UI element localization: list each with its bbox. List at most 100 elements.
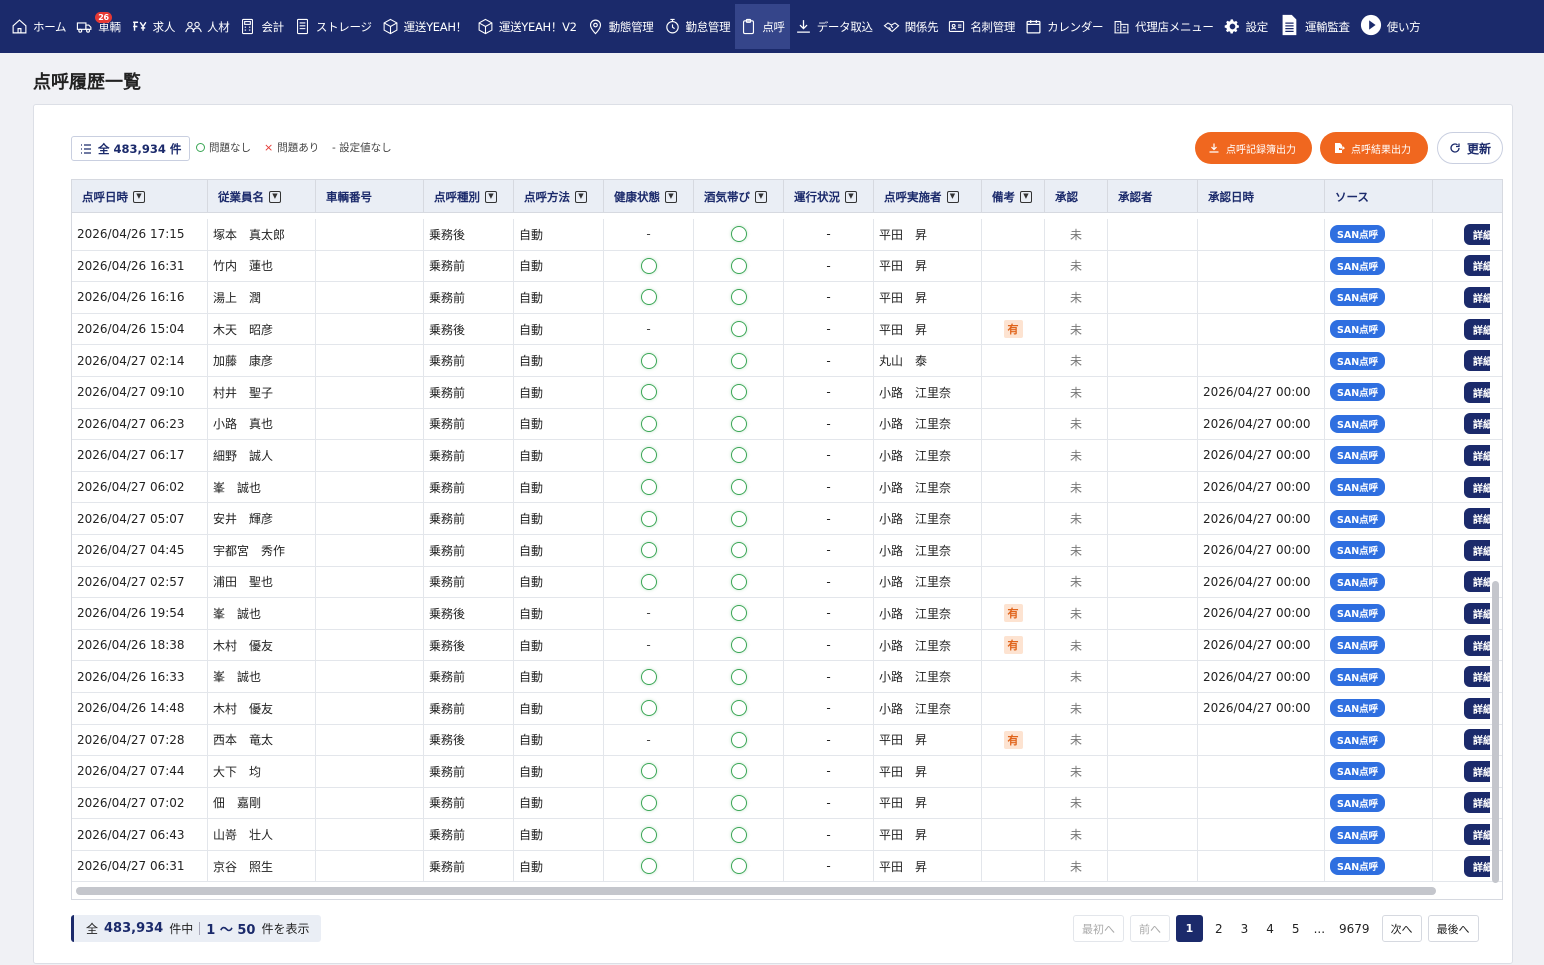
table-row[interactable]: 2026/04/26 19:54 峯 誠也 乗務後 自動 - - 小路 江里奈 有 未 2026/…: [72, 598, 1502, 630]
nav-operations[interactable]: 動態管理: [582, 4, 659, 49]
table-row[interactable]: 2026/04/27 05:07 安井 輝彦 乗務前 自動 - 小路 江里奈 未 2026/0…: [72, 503, 1502, 535]
nav-agency-menu[interactable]: 代理店メニュー: [1108, 4, 1218, 49]
cell-text: 自動: [519, 290, 544, 305]
column-filter-icon[interactable]: ▼: [755, 190, 767, 203]
nav-yeah-v2[interactable]: 運送YEAH！V2: [472, 4, 582, 49]
detail-button[interactable]: 詳細: [1464, 824, 1493, 846]
detail-button[interactable]: 詳細: [1464, 602, 1493, 624]
jobs-icon: [132, 21, 147, 31]
nav-jobs[interactable]: 求人: [126, 4, 180, 49]
table-row[interactable]: 2026/04/27 06:02 峯 誠也 乗務前 自動 - 小路 江里奈 未 2026/04…: [72, 471, 1502, 504]
detail-button[interactable]: 詳細: [1464, 760, 1493, 782]
nav-storage[interactable]: ストレージ: [289, 4, 377, 49]
page-first-button[interactable]: 最初へ: [1073, 915, 1124, 942]
column-filter-icon[interactable]: ▼: [575, 190, 587, 203]
nav-data-import[interactable]: データ取込: [790, 4, 878, 49]
table-row[interactable]: 2026/04/27 02:57 浦田 聖也 乗務前 自動 - 小路 江里奈 未 2026/0…: [72, 566, 1502, 599]
note-badge[interactable]: 有: [1003, 730, 1023, 749]
page-1-button[interactable]: 1: [1176, 915, 1203, 942]
column-filter-icon[interactable]: ▼: [269, 190, 281, 203]
page-4-button[interactable]: 4: [1260, 915, 1280, 942]
column-filter-icon[interactable]: ▼: [485, 190, 497, 203]
detail-button[interactable]: 詳細: [1464, 508, 1493, 530]
page-3-button[interactable]: 3: [1235, 915, 1255, 942]
note-badge[interactable]: 有: [1003, 604, 1023, 623]
export-result-button[interactable]: 点呼結果出力: [1320, 132, 1428, 164]
detail-button[interactable]: 詳細: [1464, 634, 1493, 656]
page-last-button[interactable]: 最後へ: [1427, 915, 1479, 942]
detail-button[interactable]: 詳細: [1464, 666, 1493, 688]
table-row[interactable]: 2026/04/26 16:33 峯 誠也 乗務前 自動 - 小路 江里奈 未 2026/04…: [72, 661, 1502, 693]
nav-accounting[interactable]: 会計: [234, 4, 288, 49]
page-next-button[interactable]: 次へ: [1381, 915, 1422, 942]
table-row[interactable]: 2026/04/27 07:44 大下 均 乗務前 自動 - 平田 昇 未 SAN点呼 詳細: [72, 756, 1502, 788]
table-row[interactable]: 2026/04/27 04:45 宇都宮 秀作 乗務前 自動 - 小路 江里奈 未 2026/…: [72, 534, 1502, 567]
nav-vehicles[interactable]: 車輌 26: [71, 4, 125, 49]
nav-partners[interactable]: 関係先: [878, 4, 944, 49]
cell-text: 湯上 潤: [213, 290, 262, 305]
vertical-scroll-thumb[interactable]: [1492, 581, 1499, 883]
detail-button[interactable]: 詳細: [1464, 413, 1493, 435]
table-row[interactable]: 2026/04/26 14:48 木村 優友 乗務前 自動 - 小路 江里奈 未 2026/0…: [72, 692, 1502, 725]
detail-button[interactable]: 詳細: [1464, 444, 1493, 466]
note-badge[interactable]: 有: [1003, 636, 1023, 655]
ok-circle-icon: [640, 858, 657, 875]
table-row[interactable]: 2026/04/27 07:28 西本 竜太 乗務後 自動 - - 平田 昇 有 未 SAN点呼 詳…: [72, 724, 1502, 757]
table-row[interactable]: 2026/04/27 06:23 小路 真也 乗務前 自動 - 小路 江里奈 未 2026/0…: [72, 408, 1502, 441]
vertical-scrollbar[interactable]: [1492, 186, 1500, 886]
nav-yeah[interactable]: 運送YEAH！: [377, 4, 472, 49]
nav-tenko[interactable]: 点呼: [735, 4, 790, 49]
nav-audit[interactable]: 運輸監査: [1273, 4, 1355, 49]
table-row[interactable]: 2026/04/27 06:43 山嵜 壮人 乗務前 自動 - 平田 昇 未 SAN点呼 詳細: [72, 819, 1502, 851]
detail-button[interactable]: 詳細: [1464, 855, 1493, 877]
nav-home[interactable]: ホーム: [6, 4, 71, 49]
table-row[interactable]: 2026/04/26 17:15 塚本 真太郎 乗務後 自動 - - 平田 昇 未 SAN点呼 詳…: [72, 219, 1502, 251]
page-5-button[interactable]: 5: [1286, 915, 1306, 942]
table-row[interactable]: 2026/04/27 09:10 村井 聖子 乗務前 自動 - 小路 江里奈 未 2026/0…: [72, 376, 1502, 409]
table-row[interactable]: 2026/04/27 06:31 京谷 照生 乗務前 自動 - 平田 昇 未 SAN点呼 詳細: [72, 850, 1502, 883]
detail-button[interactable]: 詳細: [1464, 350, 1493, 372]
page-2-button[interactable]: 2: [1209, 915, 1229, 942]
page-prev-button[interactable]: 前へ: [1130, 915, 1170, 942]
column-filter-icon[interactable]: ▼: [946, 190, 959, 203]
cell-approved: 未: [1045, 250, 1108, 282]
table-row[interactable]: 2026/04/26 15:04 木天 昭彦 乗務後 自動 - - 平田 昇 有 未 SAN点呼 詳…: [72, 313, 1502, 346]
column-filter-icon[interactable]: ▼: [665, 190, 677, 203]
table-row[interactable]: 2026/04/27 02:14 加藤 康彦 乗務前 自動 - 丸山 泰 未 SAN点呼 詳細: [72, 345, 1502, 377]
detail-button[interactable]: 詳細: [1464, 286, 1493, 308]
column-filter-icon[interactable]: ▼: [133, 190, 145, 203]
summary-prefix: 全: [86, 922, 99, 936]
table-row[interactable]: 2026/04/27 06:17 細野 誠人 乗務前 自動 - 小路 江里奈 未 2026/0…: [72, 440, 1502, 472]
nav-howto[interactable]: 使い方: [1355, 4, 1426, 49]
column-filter-icon[interactable]: ▼: [1020, 190, 1032, 203]
nav-business-cards[interactable]: 名刺管理: [943, 4, 1020, 49]
detail-button[interactable]: 詳細: [1464, 697, 1493, 719]
calendar-icon: [1026, 20, 1041, 34]
table-row[interactable]: 2026/04/26 16:16 湯上 潤 乗務前 自動 - 平田 昇 未 SAN点呼 詳細: [72, 282, 1502, 314]
table-row[interactable]: 2026/04/26 18:38 木村 優友 乗務後 自動 - - 小路 江里奈 有 未 2026…: [72, 629, 1502, 662]
detail-button[interactable]: 詳細: [1464, 318, 1493, 340]
refresh-button[interactable]: 更新: [1437, 132, 1503, 164]
page-last-number-button[interactable]: 9679: [1333, 915, 1376, 942]
detail-button[interactable]: 詳細: [1464, 539, 1493, 561]
nav-staff[interactable]: 人材: [180, 4, 234, 49]
nav-settings[interactable]: 設定: [1219, 4, 1273, 49]
table-row[interactable]: 2026/04/27 07:02 佃 嘉剛 乗務前 自動 - 平田 昇 未 SAN点呼 詳細: [72, 787, 1502, 820]
column-filter-icon[interactable]: ▼: [845, 190, 857, 203]
export-log-button[interactable]: 点呼記録簿出力: [1195, 132, 1312, 164]
cell-alcohol: [694, 282, 784, 313]
detail-button[interactable]: 詳細: [1464, 223, 1493, 245]
detail-button[interactable]: 詳細: [1464, 381, 1493, 403]
horizontal-scrollbar[interactable]: [76, 887, 1436, 895]
nav-attendance[interactable]: 勤怠管理: [659, 4, 736, 49]
table-row[interactable]: 2026/04/26 16:31 竹内 蓮也 乗務前 自動 - 平田 昇 未 SAN点呼 詳細: [72, 250, 1502, 283]
detail-button[interactable]: 詳細: [1464, 571, 1493, 593]
detail-button[interactable]: 詳細: [1464, 476, 1493, 498]
detail-button[interactable]: 詳細: [1464, 255, 1493, 277]
detail-button[interactable]: 詳細: [1464, 792, 1493, 814]
note-badge[interactable]: 有: [1003, 320, 1023, 339]
cell-datetime: 2026/04/27 07:28: [72, 724, 208, 756]
detail-button[interactable]: 詳細: [1464, 729, 1493, 751]
cell-source: SAN点呼: [1325, 282, 1433, 313]
nav-calendar[interactable]: カレンダー: [1020, 4, 1108, 49]
